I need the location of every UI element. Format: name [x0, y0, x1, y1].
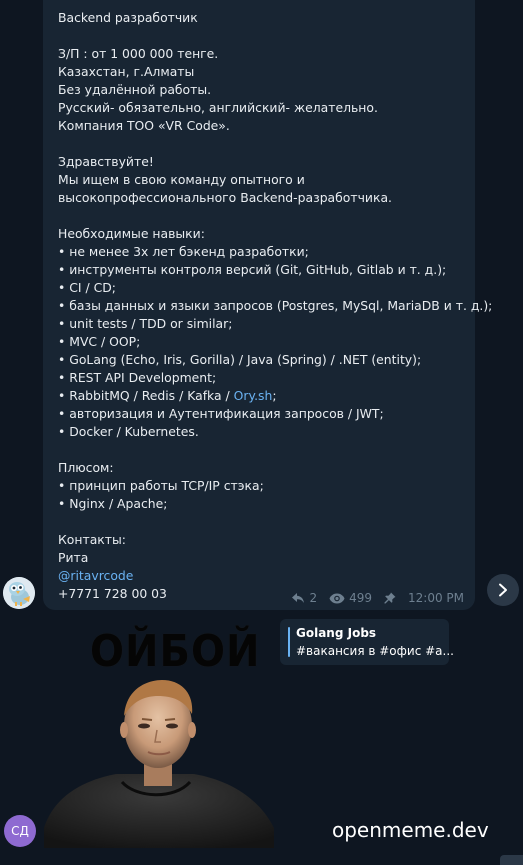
message-line: • инструменты контроля версий (Git, GitH… [58, 262, 447, 277]
scroll-down-button[interactable] [500, 855, 523, 865]
message-line: • unit tests / TDD or similar; [58, 316, 233, 331]
message-line [58, 513, 463, 531]
message-line: Рита [58, 550, 89, 565]
forwarded-from-card[interactable]: Golang Jobs #вакансия в #офис #а... [280, 619, 454, 665]
message-line: Backend разработчик [58, 10, 198, 25]
message-line: • авторизация и Аутентификация запросов … [58, 406, 384, 421]
channel-avatar[interactable] [3, 577, 35, 609]
message-text: Backend разработчик З/П : от 1 000 000 т… [58, 9, 493, 603]
user-avatar[interactable]: СД [4, 815, 36, 847]
message-line: высокопрофессионального Backend-разработ… [58, 190, 392, 205]
replies-count: 2 [309, 591, 318, 605]
message-line [58, 27, 463, 45]
views-counter: 499 [329, 589, 372, 607]
message-line: @ritavrcode [58, 567, 463, 585]
message-line: Русский- обязательно, английский- желате… [58, 100, 378, 115]
message-line [58, 135, 463, 153]
reply-icon [291, 592, 305, 604]
contact-handle-link[interactable]: @ritavrcode [58, 568, 133, 583]
message-line: Без удалённой работы. [58, 82, 212, 97]
meme-caption: ОЙБОЙ [90, 627, 261, 677]
message-line: • MVC / OOP; [58, 334, 141, 349]
message-line [58, 207, 463, 225]
meme-photo[interactable] [44, 678, 274, 848]
message-line: • CI / CD; [58, 280, 116, 295]
views-count: 499 [349, 591, 372, 605]
message-line: Мы ищем в свою команду опытного и [58, 172, 305, 187]
message-line: • базы данных и языки запросов (Postgres… [58, 298, 493, 313]
message-line: З/П : от 1 000 000 тенге. [58, 46, 219, 61]
message-line: Казахстан, г.Алматы [58, 64, 195, 79]
quote-bar [288, 627, 290, 657]
message-line: • принцип работы TCP/IP стэка; [58, 478, 264, 493]
message-line: • Docker / Kubernetes. [58, 424, 199, 439]
message-line: Здравствуйте! [58, 154, 154, 169]
message-line: Контакты: [58, 532, 126, 547]
person-photo-icon [44, 680, 274, 848]
forward-source-title: Golang Jobs [296, 626, 377, 640]
message-time: 12:00 PM [408, 591, 464, 605]
message-line-with-link: • RabbitMQ / Redis / Kafka / Ory.sh; [58, 387, 463, 405]
forward-arrow-icon [499, 583, 507, 597]
chat-area: Backend разработчик З/П : от 1 000 000 т… [0, 0, 523, 865]
message-line: • не менее 3х лет бэкенд разработки; [58, 244, 309, 259]
pin-indicator [384, 592, 396, 604]
message-bubble[interactable]: Backend разработчик З/П : от 1 000 000 т… [43, 0, 493, 610]
bird-avatar-icon [3, 577, 35, 609]
replies-counter[interactable]: 2 [291, 589, 317, 607]
message-line: • REST API Development; [58, 370, 217, 385]
pin-icon [384, 592, 396, 604]
message-line [58, 441, 463, 459]
message-line: • Nginx / Apache; [58, 496, 168, 511]
message-line: • RabbitMQ / Redis / Kafka / [58, 388, 234, 403]
message-line: Компания ТОО «VR Code». [58, 118, 230, 133]
message-meta: 2 499 12:00 PM [279, 589, 464, 607]
eye-icon [329, 593, 345, 604]
forward-button[interactable] [487, 574, 519, 606]
forward-source-preview: #вакансия в #офис #а... [296, 644, 454, 658]
message-line: • GoLang (Echo, Iris, Gorilla) / Java (S… [58, 352, 422, 367]
link-suffix: ; [272, 388, 277, 403]
message-line: Необходимые навыки: [58, 226, 205, 241]
watermark: openmeme.dev [332, 818, 489, 842]
message-line: Плюсом: [58, 460, 114, 475]
ory-link[interactable]: Ory.sh [234, 388, 273, 403]
